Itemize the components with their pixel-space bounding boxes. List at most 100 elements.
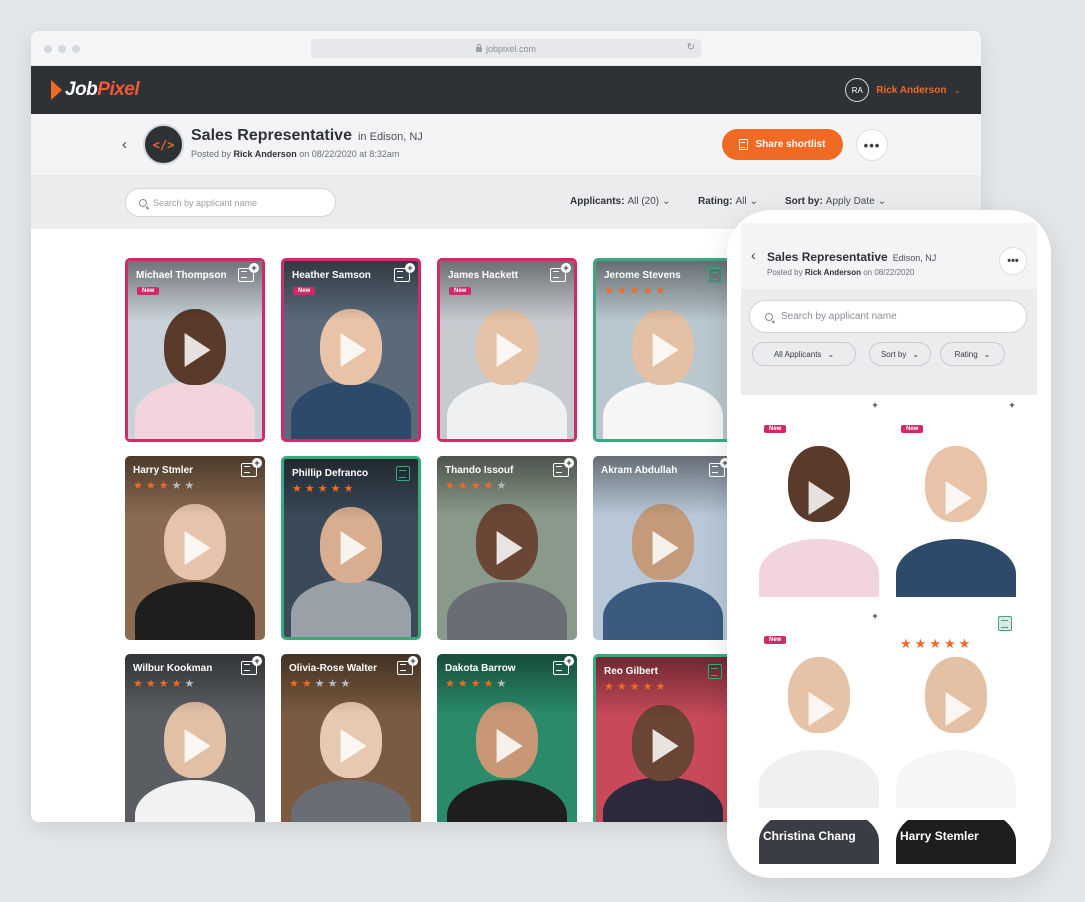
search-icon: [765, 312, 773, 321]
play-icon[interactable]: [340, 333, 367, 367]
chevron-down-icon: ⌄: [912, 349, 920, 359]
play-icon[interactable]: [808, 480, 835, 515]
address-bar[interactable]: jobpixel.com ↻: [311, 39, 701, 58]
shortlisted-icon[interactable]: [998, 616, 1012, 631]
chevron-down-icon: ⌄: [877, 196, 887, 207]
applicant-body: [759, 750, 879, 808]
applicant-body: [135, 582, 255, 640]
applicant-card[interactable]: James Hackett New: [437, 258, 577, 442]
applicant-name: Heather Samson: [292, 270, 371, 281]
maximize-window-dot[interactable]: [72, 45, 80, 53]
applicant-card[interactable]: Phillip Defranco ★ ★ ★ ★ ★: [281, 456, 421, 640]
applicant-card[interactable]: Wilbur Kookman ★ ★ ★ ★ ★: [125, 654, 265, 822]
add-to-list-icon[interactable]: [394, 263, 415, 282]
play-icon[interactable]: [808, 691, 835, 726]
play-icon[interactable]: [184, 729, 211, 763]
more-options-button[interactable]: •••: [856, 129, 888, 161]
shortlisted-icon[interactable]: [708, 664, 722, 679]
reload-icon[interactable]: ↻: [687, 42, 695, 53]
minimize-window-dot[interactable]: [58, 45, 66, 53]
applicant-card[interactable]: James Hackett New: [755, 609, 883, 808]
play-icon[interactable]: [496, 333, 523, 367]
user-menu[interactable]: RA Rick Anderson ⌄: [845, 78, 961, 102]
back-arrow-icon[interactable]: ‹: [122, 136, 127, 153]
share-shortlist-button[interactable]: Share shortlist: [722, 129, 843, 160]
search-input[interactable]: Search by applicant name: [125, 188, 336, 217]
mobile-more-options-button[interactable]: •••: [999, 247, 1027, 275]
play-icon[interactable]: [652, 729, 679, 763]
applicant-card[interactable]: Michael Thompson New: [755, 398, 883, 597]
applicant-card[interactable]: Heather Samson New: [281, 258, 421, 442]
play-icon[interactable]: [652, 333, 679, 367]
add-to-list-icon[interactable]: [241, 458, 262, 477]
star-icon: ★: [301, 678, 312, 690]
play-icon[interactable]: [652, 531, 679, 565]
play-icon[interactable]: [184, 531, 211, 565]
back-arrow-icon[interactable]: ‹: [751, 247, 756, 263]
star-icon: ★: [158, 678, 169, 690]
add-to-list-icon[interactable]: [859, 611, 880, 630]
star-icon: ★: [604, 681, 614, 693]
add-to-list-icon[interactable]: [709, 458, 730, 477]
rating-pill[interactable]: Rating ⌄: [940, 342, 1005, 366]
rating-filter[interactable]: Rating: All ⌄: [698, 196, 758, 207]
add-to-list-icon[interactable]: [241, 656, 262, 675]
applicant-card[interactable]: Olivia-Rose Walter ★ ★ ★ ★ ★: [281, 654, 421, 822]
star-icon: ★: [171, 678, 182, 690]
close-window-dot[interactable]: [44, 45, 52, 53]
add-to-list-icon[interactable]: [553, 656, 574, 675]
play-icon[interactable]: [496, 531, 523, 565]
play-icon[interactable]: [340, 531, 367, 565]
play-icon[interactable]: [945, 691, 972, 726]
applicant-name: Thando Issouf: [445, 465, 514, 476]
star-rating: ★ ★ ★ ★ ★: [133, 481, 194, 492]
applicant-body: [447, 381, 567, 439]
applicant-card[interactable]: Harry Stmler ★ ★ ★ ★ ★: [125, 456, 265, 640]
applicant-name: James Hackett: [763, 618, 848, 632]
star-icon: ★: [470, 480, 481, 492]
applicants-filter[interactable]: Applicants: All (20) ⌄: [570, 196, 671, 207]
play-icon[interactable]: [496, 729, 523, 763]
add-to-list-icon[interactable]: [996, 400, 1017, 419]
star-icon: ★: [145, 678, 156, 690]
applicant-name: Christina Chang: [763, 829, 856, 843]
star-icon: ★: [629, 681, 640, 693]
play-icon[interactable]: [340, 729, 367, 763]
applicant-body: [291, 381, 411, 439]
mobile-job-title: Sales Representative: [767, 250, 888, 264]
jobpixel-logo[interactable]: JobPixel: [51, 79, 140, 101]
mobile-phone-view: ‹ Sales Representative Edison, NJ Posted…: [727, 210, 1051, 878]
applicant-card[interactable]: Reo Gilbert ★ ★ ★ ★ ★: [593, 654, 733, 822]
add-to-list-icon[interactable]: [550, 263, 571, 282]
add-to-list-icon[interactable]: [238, 263, 259, 282]
new-badge: New: [293, 287, 316, 295]
add-to-list-icon[interactable]: [397, 656, 418, 675]
applicant-name: Heather Samson: [900, 407, 995, 421]
applicant-card[interactable]: Akram Abdullah: [593, 456, 733, 640]
star-icon: ★: [289, 678, 299, 690]
applicant-card[interactable]: Michael Thompson New: [125, 258, 265, 442]
shortlisted-icon[interactable]: [396, 466, 410, 481]
all-applicants-pill[interactable]: All Applicants ⌄: [752, 342, 856, 366]
applicant-card[interactable]: Dakota Barrow ★ ★ ★ ★ ★: [437, 654, 577, 822]
sort-by-pill[interactable]: Sort by ⌄: [869, 342, 931, 366]
applicant-name: Jerome Stevens: [604, 270, 681, 281]
play-icon[interactable]: [184, 333, 211, 367]
chevron-down-icon: ⌄: [662, 196, 671, 207]
applicant-body: [896, 539, 1016, 597]
mobile-search-input[interactable]: Search by applicant name: [749, 300, 1027, 333]
applicant-card[interactable]: Heather Samson New: [892, 398, 1020, 597]
applicant-card[interactable]: Thando Issouf ★ ★ ★ ★ ★: [437, 456, 577, 640]
applicant-card[interactable]: Harry Stemler: [892, 820, 1020, 864]
star-icon: ★: [496, 678, 507, 690]
applicant-card[interactable]: Christina Chang: [755, 820, 883, 864]
star-icon: ★: [133, 678, 143, 690]
add-to-list-icon[interactable]: [553, 458, 574, 477]
sort-filter[interactable]: Sort by: Apply Date ⌄: [785, 196, 886, 207]
play-icon[interactable]: [945, 480, 972, 515]
add-to-list-icon[interactable]: [859, 400, 880, 419]
star-icon: ★: [483, 678, 494, 690]
applicant-card[interactable]: Jerome Stevenson ★ ★ ★ ★ ★: [892, 609, 1020, 808]
shortlisted-icon[interactable]: [708, 268, 722, 283]
applicant-card[interactable]: Jerome Stevens ★ ★ ★ ★ ★: [593, 258, 733, 442]
